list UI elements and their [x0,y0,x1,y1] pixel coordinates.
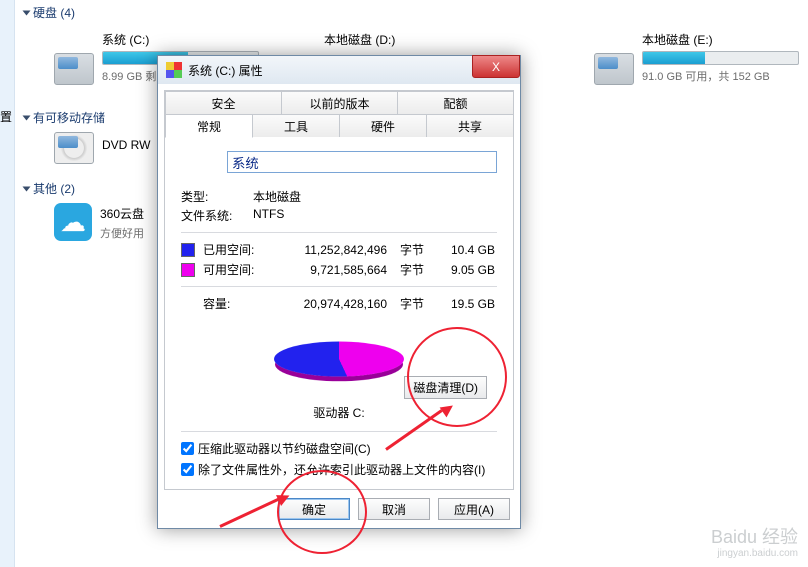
unit: 字节 [395,261,429,278]
tab-quota[interactable]: 配额 [397,91,514,114]
drive-large-icon [181,148,215,176]
compress-checkbox-row[interactable]: 压缩此驱动器以节约磁盘空间(C) [181,440,497,457]
tabs-row-top: 安全 以前的版本 配额 [165,91,513,114]
tab-general[interactable]: 常规 [165,114,253,138]
group-title: 其他 (2) [33,180,75,197]
drive-name: 360云盘 [100,205,144,222]
tab-body-general: 类型:本地磁盘 文件系统:NTFS 已用空间: 11,252,842,496 字… [165,138,513,488]
drive-name: 系统 (C:) [102,31,259,48]
drive-name-input[interactable] [227,151,497,173]
group-title: 硬盘 (4) [33,4,75,21]
drive-sub: 91.0 GB 可用，共 152 GB [642,68,799,84]
watermark-brand: Baidu 经验 [711,527,798,547]
fs-value: NTFS [253,207,284,224]
annotation-circle [277,470,367,554]
cap-gb: 19.5 GB [437,297,495,311]
drive-name: 本地磁盘 (D:) [324,31,395,48]
hdd-icon [594,53,634,85]
group-header-drives[interactable]: 硬盘 (4) [24,4,808,21]
free-swatch [181,263,195,277]
tab-sharing[interactable]: 共享 [426,114,514,137]
dialog-title: 系统 (C:) 属性 [188,62,263,79]
drive-name: DVD RW [102,138,150,152]
cap-bytes: 20,974,428,160 [267,297,387,311]
triangle-icon [23,115,31,120]
properties-dialog: 系统 (C:) 属性 X 安全 以前的版本 配额 常规 工具 硬件 共享 [157,55,521,529]
fs-label: 文件系统: [181,207,253,224]
used-label: 已用空间: [203,241,259,258]
dialog-titlebar[interactable]: 系统 (C:) 属性 X [158,56,520,84]
triangle-icon [23,186,31,191]
watermark-url: jingyan.baidu.com [711,548,798,559]
hdd-icon [54,53,94,85]
triangle-icon [23,10,31,15]
type-label: 类型: [181,188,253,205]
drive-name: 本地磁盘 (E:) [642,31,799,48]
close-button[interactable]: X [472,55,520,78]
free-label: 可用空间: [203,261,259,278]
type-value: 本地磁盘 [253,188,301,205]
index-checkbox[interactable] [181,463,194,476]
usage-bar [642,51,799,65]
tab-previous-versions[interactable]: 以前的版本 [281,91,398,114]
used-bytes: 11,252,842,496 [267,243,387,257]
free-bytes: 9,721,585,664 [267,263,387,277]
apply-button[interactable]: 应用(A) [438,498,510,520]
free-gb: 9.05 GB [437,263,495,277]
dvd-icon [54,132,94,164]
used-swatch [181,243,195,257]
cloud-icon: ☁ [54,203,92,241]
watermark: Baidu 经验 jingyan.baidu.com [711,528,798,559]
drive-sub: 方便好用 [100,225,144,241]
group-title: 有可移动存储 [33,109,105,126]
drive-e[interactable]: 本地磁盘 (E:) 91.0 GB 可用，共 152 GB [594,23,804,85]
compress-checkbox[interactable] [181,442,194,455]
used-gb: 10.4 GB [437,243,495,257]
tab-tools[interactable]: 工具 [252,114,340,137]
compress-label: 压缩此驱动器以节约磁盘空间(C) [198,440,371,457]
cancel-button[interactable]: 取消 [358,498,430,520]
used-space-row: 已用空间: 11,252,842,496 字节 10.4 GB [181,241,497,258]
tab-hardware[interactable]: 硬件 [339,114,427,137]
cap-label: 容量: [203,295,259,312]
capacity-row: 容量: 20,974,428,160 字节 19.5 GB [181,295,497,312]
tabs-row-bottom: 常规 工具 硬件 共享 [165,114,513,138]
unit: 字节 [395,241,429,258]
free-space-row: 可用空间: 9,721,585,664 字节 9.05 GB [181,261,497,278]
annotation-circle [407,327,507,427]
tab-security[interactable]: 安全 [165,91,282,114]
unit: 字节 [395,295,429,312]
close-icon: X [492,60,500,74]
windows-icon [166,62,182,78]
usage-pie-chart [274,342,404,377]
